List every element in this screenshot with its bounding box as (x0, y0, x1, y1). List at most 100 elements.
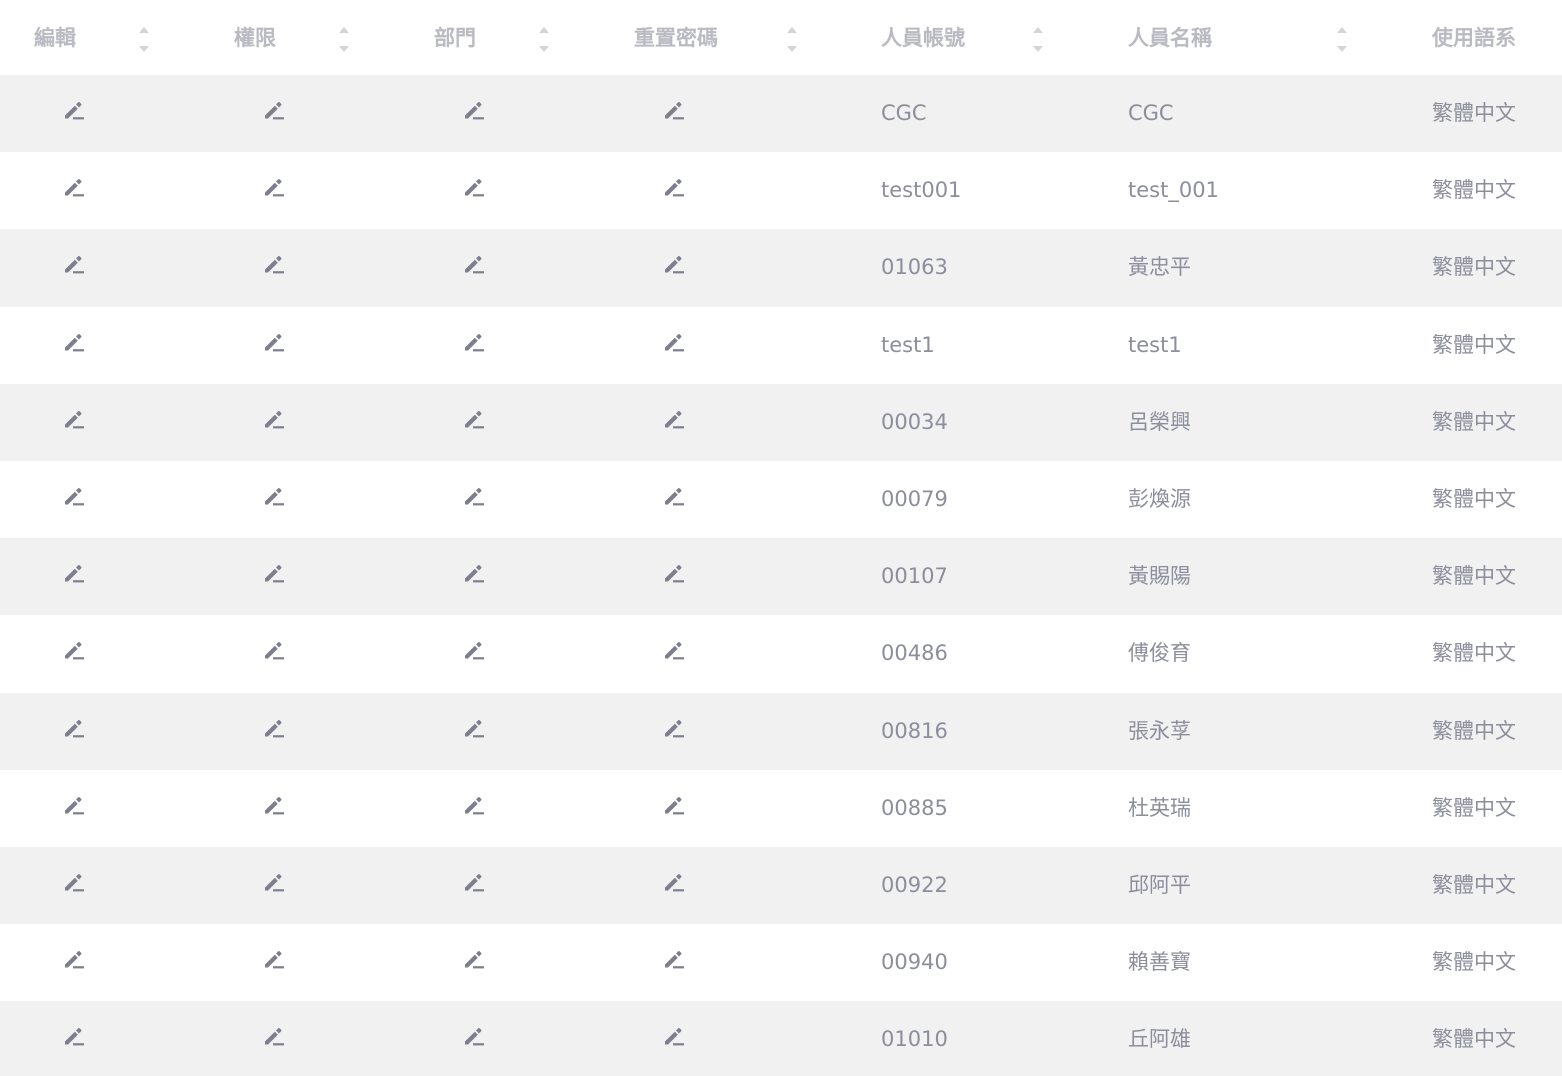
table-row: 00079 彭煥源 繁體中文 (0, 461, 1562, 539)
edit-pencil-icon (262, 796, 286, 821)
reset-password-button[interactable] (662, 407, 686, 431)
edit-pencil-icon (262, 951, 286, 975)
edit-pencil-icon (462, 410, 486, 435)
language-cell: 繁體中文 (1432, 1027, 1516, 1052)
permission-edit-button[interactable] (262, 638, 286, 662)
reset-password-button[interactable] (662, 98, 686, 122)
table-row: 00816 張永莩 繁體中文 (0, 692, 1562, 771)
edit-button[interactable] (62, 407, 86, 431)
department-edit-button[interactable] (462, 330, 486, 354)
edit-button[interactable] (62, 561, 86, 585)
edit-pencil-icon (262, 719, 286, 744)
edit-pencil-icon (662, 488, 686, 512)
reset-password-button[interactable] (662, 716, 686, 740)
permission-edit-button[interactable] (262, 484, 286, 508)
table-row: test1 test1 繁體中文 (0, 306, 1562, 385)
permission-edit-button[interactable] (262, 98, 286, 122)
edit-button[interactable] (62, 330, 86, 354)
edit-pencil-icon (662, 874, 686, 898)
edit-pencil-icon (62, 565, 86, 589)
table-row: 00940 賴善寶 繁體中文 (0, 924, 1562, 1003)
edit-pencil-icon (62, 951, 86, 975)
permission-edit-button[interactable] (262, 870, 286, 894)
language-cell: 繁體中文 (1432, 564, 1516, 589)
column-header-language: 使用語系 (0, 0, 1562, 75)
department-edit-button[interactable] (462, 484, 486, 508)
language-cell: 繁體中文 (1432, 718, 1516, 743)
edit-pencil-icon (62, 256, 86, 280)
account-cell: 00816 (881, 718, 948, 743)
permission-edit-button[interactable] (262, 407, 286, 431)
department-edit-button[interactable] (462, 638, 486, 662)
account-cell: test1 (881, 332, 935, 357)
edit-button[interactable] (62, 484, 86, 508)
permission-edit-button[interactable] (262, 793, 286, 817)
reset-password-button[interactable] (662, 1024, 686, 1048)
permission-edit-button[interactable] (262, 716, 286, 740)
edit-pencil-icon (262, 333, 286, 358)
edit-pencil-icon (462, 951, 486, 975)
edit-pencil-icon (262, 1028, 286, 1052)
department-edit-button[interactable] (462, 561, 486, 585)
edit-pencil-icon (462, 796, 486, 821)
account-cell: 01063 (881, 255, 948, 280)
language-cell: 繁體中文 (1432, 332, 1516, 357)
table-row: 00107 黃賜陽 繁體中文 (0, 538, 1562, 617)
edit-pencil-icon (462, 874, 486, 898)
reset-password-button[interactable] (662, 638, 686, 662)
language-cell: 繁體中文 (1432, 641, 1516, 666)
edit-button[interactable] (62, 175, 86, 199)
permission-edit-button[interactable] (262, 1024, 286, 1048)
department-edit-button[interactable] (462, 716, 486, 740)
edit-button[interactable] (62, 98, 86, 122)
edit-pencil-icon (462, 488, 486, 512)
reset-password-button[interactable] (662, 330, 686, 354)
edit-pencil-icon (262, 256, 286, 280)
permission-edit-button[interactable] (262, 330, 286, 354)
edit-pencil-icon (462, 256, 486, 280)
name-cell: 傅俊育 (1128, 641, 1191, 666)
edit-button[interactable] (62, 252, 86, 276)
edit-pencil-icon (662, 179, 686, 203)
reset-password-button[interactable] (662, 870, 686, 894)
edit-button[interactable] (62, 947, 86, 971)
permission-edit-button[interactable] (262, 252, 286, 276)
department-edit-button[interactable] (462, 870, 486, 894)
table-header: 編輯 權限 部門 重置密碼 人員帳號 人員名稱 使用語系 (0, 0, 1562, 75)
department-edit-button[interactable] (462, 1024, 486, 1048)
edit-button[interactable] (62, 870, 86, 894)
table-row: 01010 丘阿雄 繁體中文 (0, 1001, 1562, 1076)
language-cell: 繁體中文 (1432, 873, 1516, 897)
edit-button[interactable] (62, 1024, 86, 1048)
account-cell: 00107 (881, 564, 948, 589)
reset-password-button[interactable] (662, 793, 686, 817)
reset-password-button[interactable] (662, 175, 686, 199)
edit-pencil-icon (62, 642, 86, 666)
edit-pencil-icon (662, 796, 686, 821)
edit-button[interactable] (62, 638, 86, 662)
edit-button[interactable] (62, 716, 86, 740)
edit-pencil-icon (262, 179, 286, 203)
edit-pencil-icon (262, 874, 286, 898)
table-row: test001 test_001 繁體中文 (0, 152, 1562, 231)
permission-edit-button[interactable] (262, 947, 286, 971)
department-edit-button[interactable] (462, 175, 486, 199)
edit-pencil-icon (662, 1028, 686, 1052)
department-edit-button[interactable] (462, 947, 486, 971)
department-edit-button[interactable] (462, 793, 486, 817)
department-edit-button[interactable] (462, 252, 486, 276)
account-cell: test001 (881, 178, 962, 203)
department-edit-button[interactable] (462, 407, 486, 431)
department-edit-button[interactable] (462, 98, 486, 122)
edit-button[interactable] (62, 793, 86, 817)
reset-password-button[interactable] (662, 947, 686, 971)
edit-pencil-icon (662, 256, 686, 280)
permission-edit-button[interactable] (262, 561, 286, 585)
reset-password-button[interactable] (662, 484, 686, 508)
edit-pencil-icon (662, 951, 686, 975)
reset-password-button[interactable] (662, 252, 686, 276)
edit-pencil-icon (662, 102, 686, 126)
reset-password-button[interactable] (662, 561, 686, 585)
permission-edit-button[interactable] (262, 175, 286, 199)
table-row: 00922 邱阿平 繁體中文 (0, 847, 1562, 925)
